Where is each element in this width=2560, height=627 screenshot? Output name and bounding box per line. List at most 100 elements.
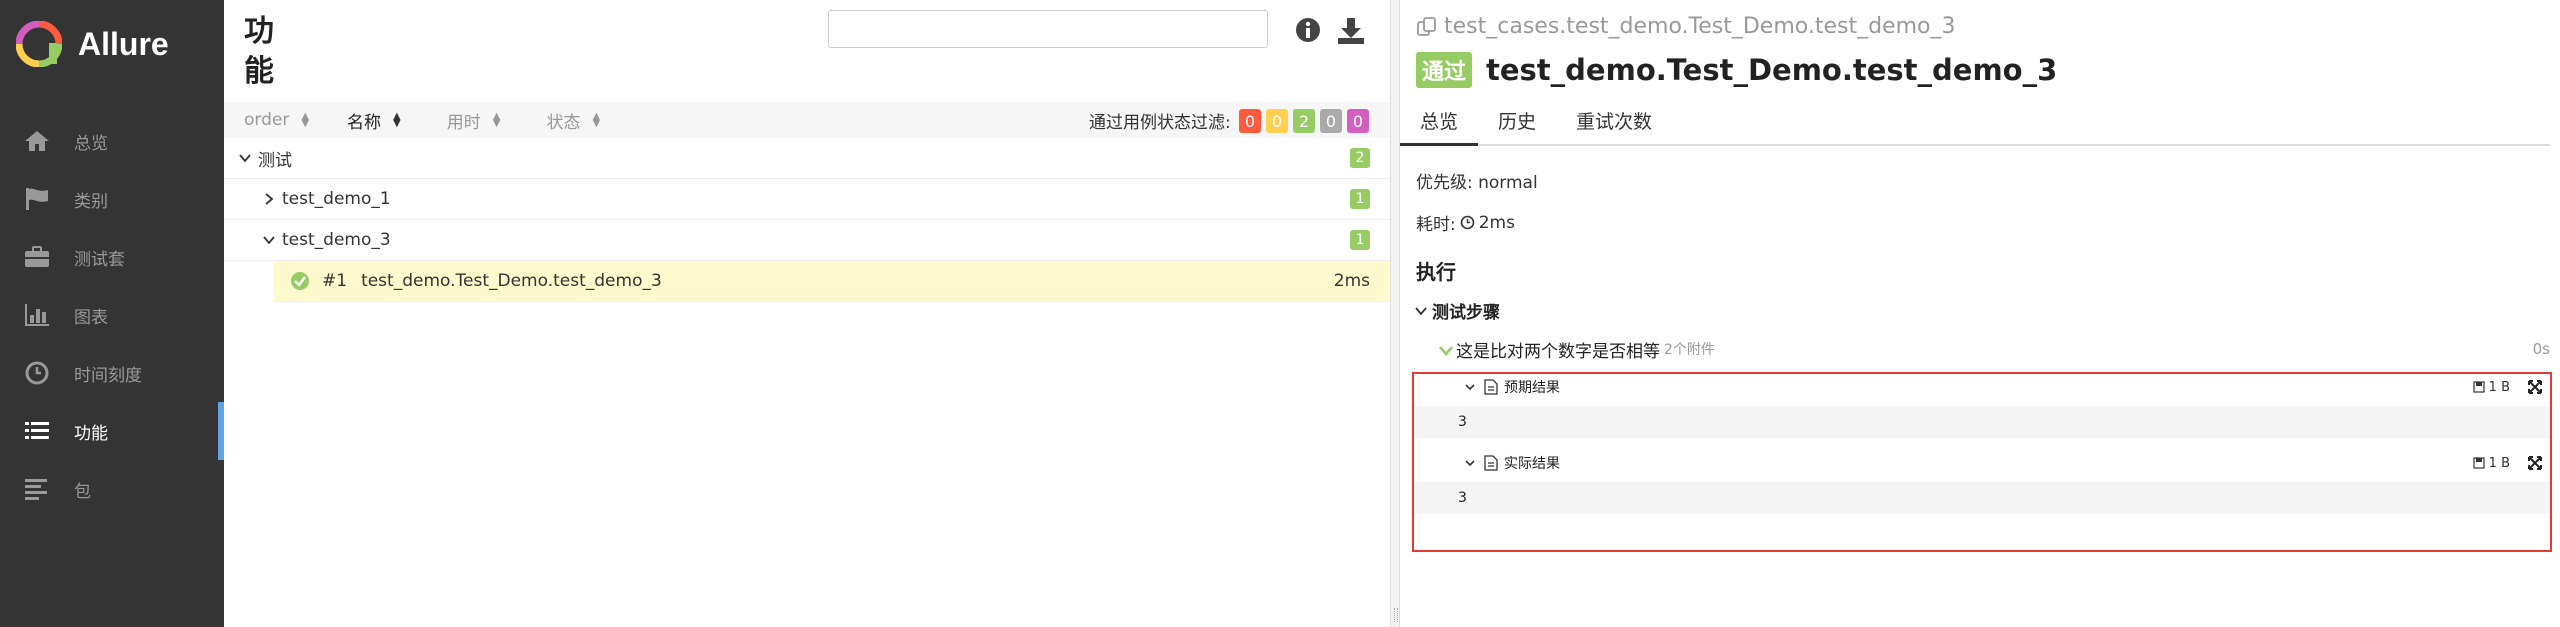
brand[interactable]: Allure	[0, 0, 224, 88]
attachment-name: 实际结果	[1504, 456, 1560, 472]
test-steps-header[interactable]: 测试步骤	[1414, 298, 1500, 323]
sidebar-nav: 总览 类别 测试套 图表 时间刻度 功能 包	[0, 112, 224, 518]
sort-label: 状态	[546, 112, 581, 133]
tab-overview[interactable]: 总览	[1400, 102, 1479, 146]
passed-filter-badge[interactable]: 2	[1293, 109, 1315, 133]
list-icon	[22, 416, 52, 446]
broken-filter-badge[interactable]: 0	[1266, 109, 1288, 133]
attachment-row[interactable]: 预期结果 1 B	[1414, 374, 2550, 400]
severity-row: 优先级: normal	[1416, 168, 1538, 193]
briefcase-icon	[22, 242, 52, 272]
chevron-down-icon	[1415, 306, 1427, 315]
expand-icon[interactable]	[2528, 456, 2542, 470]
skipped-filter-badge[interactable]: 0	[1320, 109, 1342, 133]
passed-status-icon	[291, 272, 309, 290]
sidebar-item-label: 总览	[74, 133, 108, 154]
sidebar-item-label: 类别	[74, 191, 108, 212]
test-case-name: test_demo.Test_Demo.test_demo_3	[361, 271, 662, 291]
bar-chart-icon	[22, 300, 52, 330]
steps-title: 测试步骤	[1432, 303, 1500, 323]
sort-by-order[interactable]: order ▲ ▼	[244, 110, 309, 130]
sidebar-item-packages[interactable]: 包	[0, 460, 224, 518]
attachment-content-text: 3	[1458, 490, 1467, 506]
brand-name: Allure	[78, 25, 169, 62]
sort-by-duration[interactable]: 用时 ▲ ▼	[447, 108, 501, 133]
sidebar-item-suites[interactable]: 测试套	[0, 228, 224, 286]
detail-tabs: 总览 历史 重试次数	[1400, 102, 2550, 146]
flag-icon	[22, 184, 52, 214]
attachment-size-value: 1 B	[2488, 455, 2510, 471]
check-icon	[1439, 346, 1453, 356]
status-filter-badges: 0 0 2 0 0	[1239, 109, 1369, 133]
sort-arrows-icon: ▲ ▼	[492, 111, 501, 129]
save-icon	[2473, 457, 2485, 469]
behaviors-tree-panel: 功能 order ▲ ▼ 名称 ▲ ▼ 用时 ▲ ▼ 状态 ▲ ▼ 通过用例状态…	[224, 0, 1390, 627]
sidebar-item-label: 图表	[74, 307, 108, 328]
sidebar-item-graphs[interactable]: 图表	[0, 286, 224, 344]
detail-title: 通过 test_demo.Test_Demo.test_demo_3	[1416, 52, 2057, 88]
tree-group-row[interactable]: 测试 2	[224, 138, 1390, 179]
sidebar-item-timeline[interactable]: 时间刻度	[0, 344, 224, 402]
attachments-highlight: 预期结果 1 B 3 实际结果 1 B 3	[1412, 372, 2552, 552]
allure-report-app: Allure 总览 类别 测试套 图表 时间刻度 功能 包 功能 order ▲…	[0, 0, 2560, 627]
tab-history[interactable]: 历史	[1478, 102, 1556, 144]
tree-node-name: test_demo_1	[282, 189, 391, 209]
test-title: test_demo.Test_Demo.test_demo_3	[1486, 53, 2058, 87]
chevron-down-icon	[263, 236, 275, 245]
attachment-content-text: 3	[1458, 414, 1467, 430]
failed-filter-badge[interactable]: 0	[1239, 109, 1261, 133]
sort-label: 名称	[347, 112, 382, 133]
tree-node-row[interactable]: test_demo_3 1	[224, 220, 1390, 261]
tree-group-name: 测试	[258, 150, 292, 171]
sort-by-status[interactable]: 状态 ▲ ▼	[546, 108, 600, 133]
tree-leaf-row[interactable]: #1 test_demo.Test_Demo.test_demo_3 2ms	[274, 261, 1390, 302]
breadcrumb[interactable]: test_cases.test_demo.Test_Demo.test_demo…	[1416, 14, 1955, 39]
sort-bar: order ▲ ▼ 名称 ▲ ▼ 用时 ▲ ▼ 状态 ▲ ▼ 通过用例状态过滤: 0 0…	[224, 102, 1390, 138]
unknown-filter-badge[interactable]: 0	[1347, 109, 1369, 133]
sidebar-item-label: 时间刻度	[74, 365, 142, 386]
chevron-down-icon	[239, 154, 251, 163]
sidebar-item-label: 包	[74, 481, 91, 502]
sidebar: Allure 总览 类别 测试套 图表 时间刻度 功能 包	[0, 0, 224, 627]
sort-label: 用时	[446, 112, 481, 133]
tab-retries[interactable]: 重试次数	[1556, 102, 1672, 144]
download-icon[interactable]	[1336, 16, 1366, 46]
sort-by-name[interactable]: 名称 ▲ ▼	[347, 108, 401, 133]
tree-node-row[interactable]: test_demo_1 1	[224, 179, 1390, 220]
attachment-size: 1 B	[2473, 380, 2510, 395]
sidebar-item-categories[interactable]: 类别	[0, 170, 224, 228]
panel-resize-handle[interactable]	[1390, 0, 1400, 627]
sort-label: order	[244, 110, 290, 130]
attachment-content: 3	[1414, 482, 2550, 514]
step-duration: 0s	[2532, 340, 2550, 358]
tree-group-count: 2	[1350, 148, 1370, 168]
attachment-row[interactable]: 实际结果 1 B	[1414, 450, 2550, 476]
test-detail-panel: test_cases.test_demo.Test_Demo.test_demo…	[1400, 0, 2560, 627]
test-order-number: #1	[322, 271, 348, 291]
search-input[interactable]	[828, 10, 1268, 48]
home-icon	[22, 126, 52, 156]
sidebar-item-behaviors[interactable]: 功能	[0, 402, 224, 460]
info-icon[interactable]	[1294, 16, 1322, 44]
expand-icon[interactable]	[2528, 380, 2542, 394]
duration-label: 耗时:	[1416, 215, 1456, 235]
align-left-icon	[22, 474, 52, 504]
execution-section-title: 执行	[1416, 260, 1456, 284]
step-name: 这是比对两个数字是否相等	[1456, 341, 1660, 362]
file-text-icon	[1484, 379, 1498, 395]
copy-icon[interactable]	[1416, 16, 1438, 38]
step-row[interactable]: 这是比对两个数字是否相等 2个附件 0s	[1438, 336, 2550, 362]
clock-icon	[22, 358, 52, 388]
chevron-down-icon	[1465, 460, 1475, 467]
sidebar-item-overview[interactable]: 总览	[0, 112, 224, 170]
save-icon	[2473, 381, 2485, 393]
grip-icon	[1394, 608, 1398, 622]
attachment-size: 1 B	[2473, 456, 2510, 471]
attachment-size-value: 1 B	[2488, 379, 2510, 395]
breadcrumb-path: test_cases.test_demo.Test_Demo.test_demo…	[1444, 14, 1956, 39]
page-title: 功能	[244, 14, 274, 89]
attachment-content: 3	[1414, 406, 2550, 438]
sort-arrows-icon: ▲ ▼	[592, 111, 601, 129]
chevron-down-icon	[1465, 384, 1475, 391]
duration-value: 2ms	[1478, 212, 1515, 233]
